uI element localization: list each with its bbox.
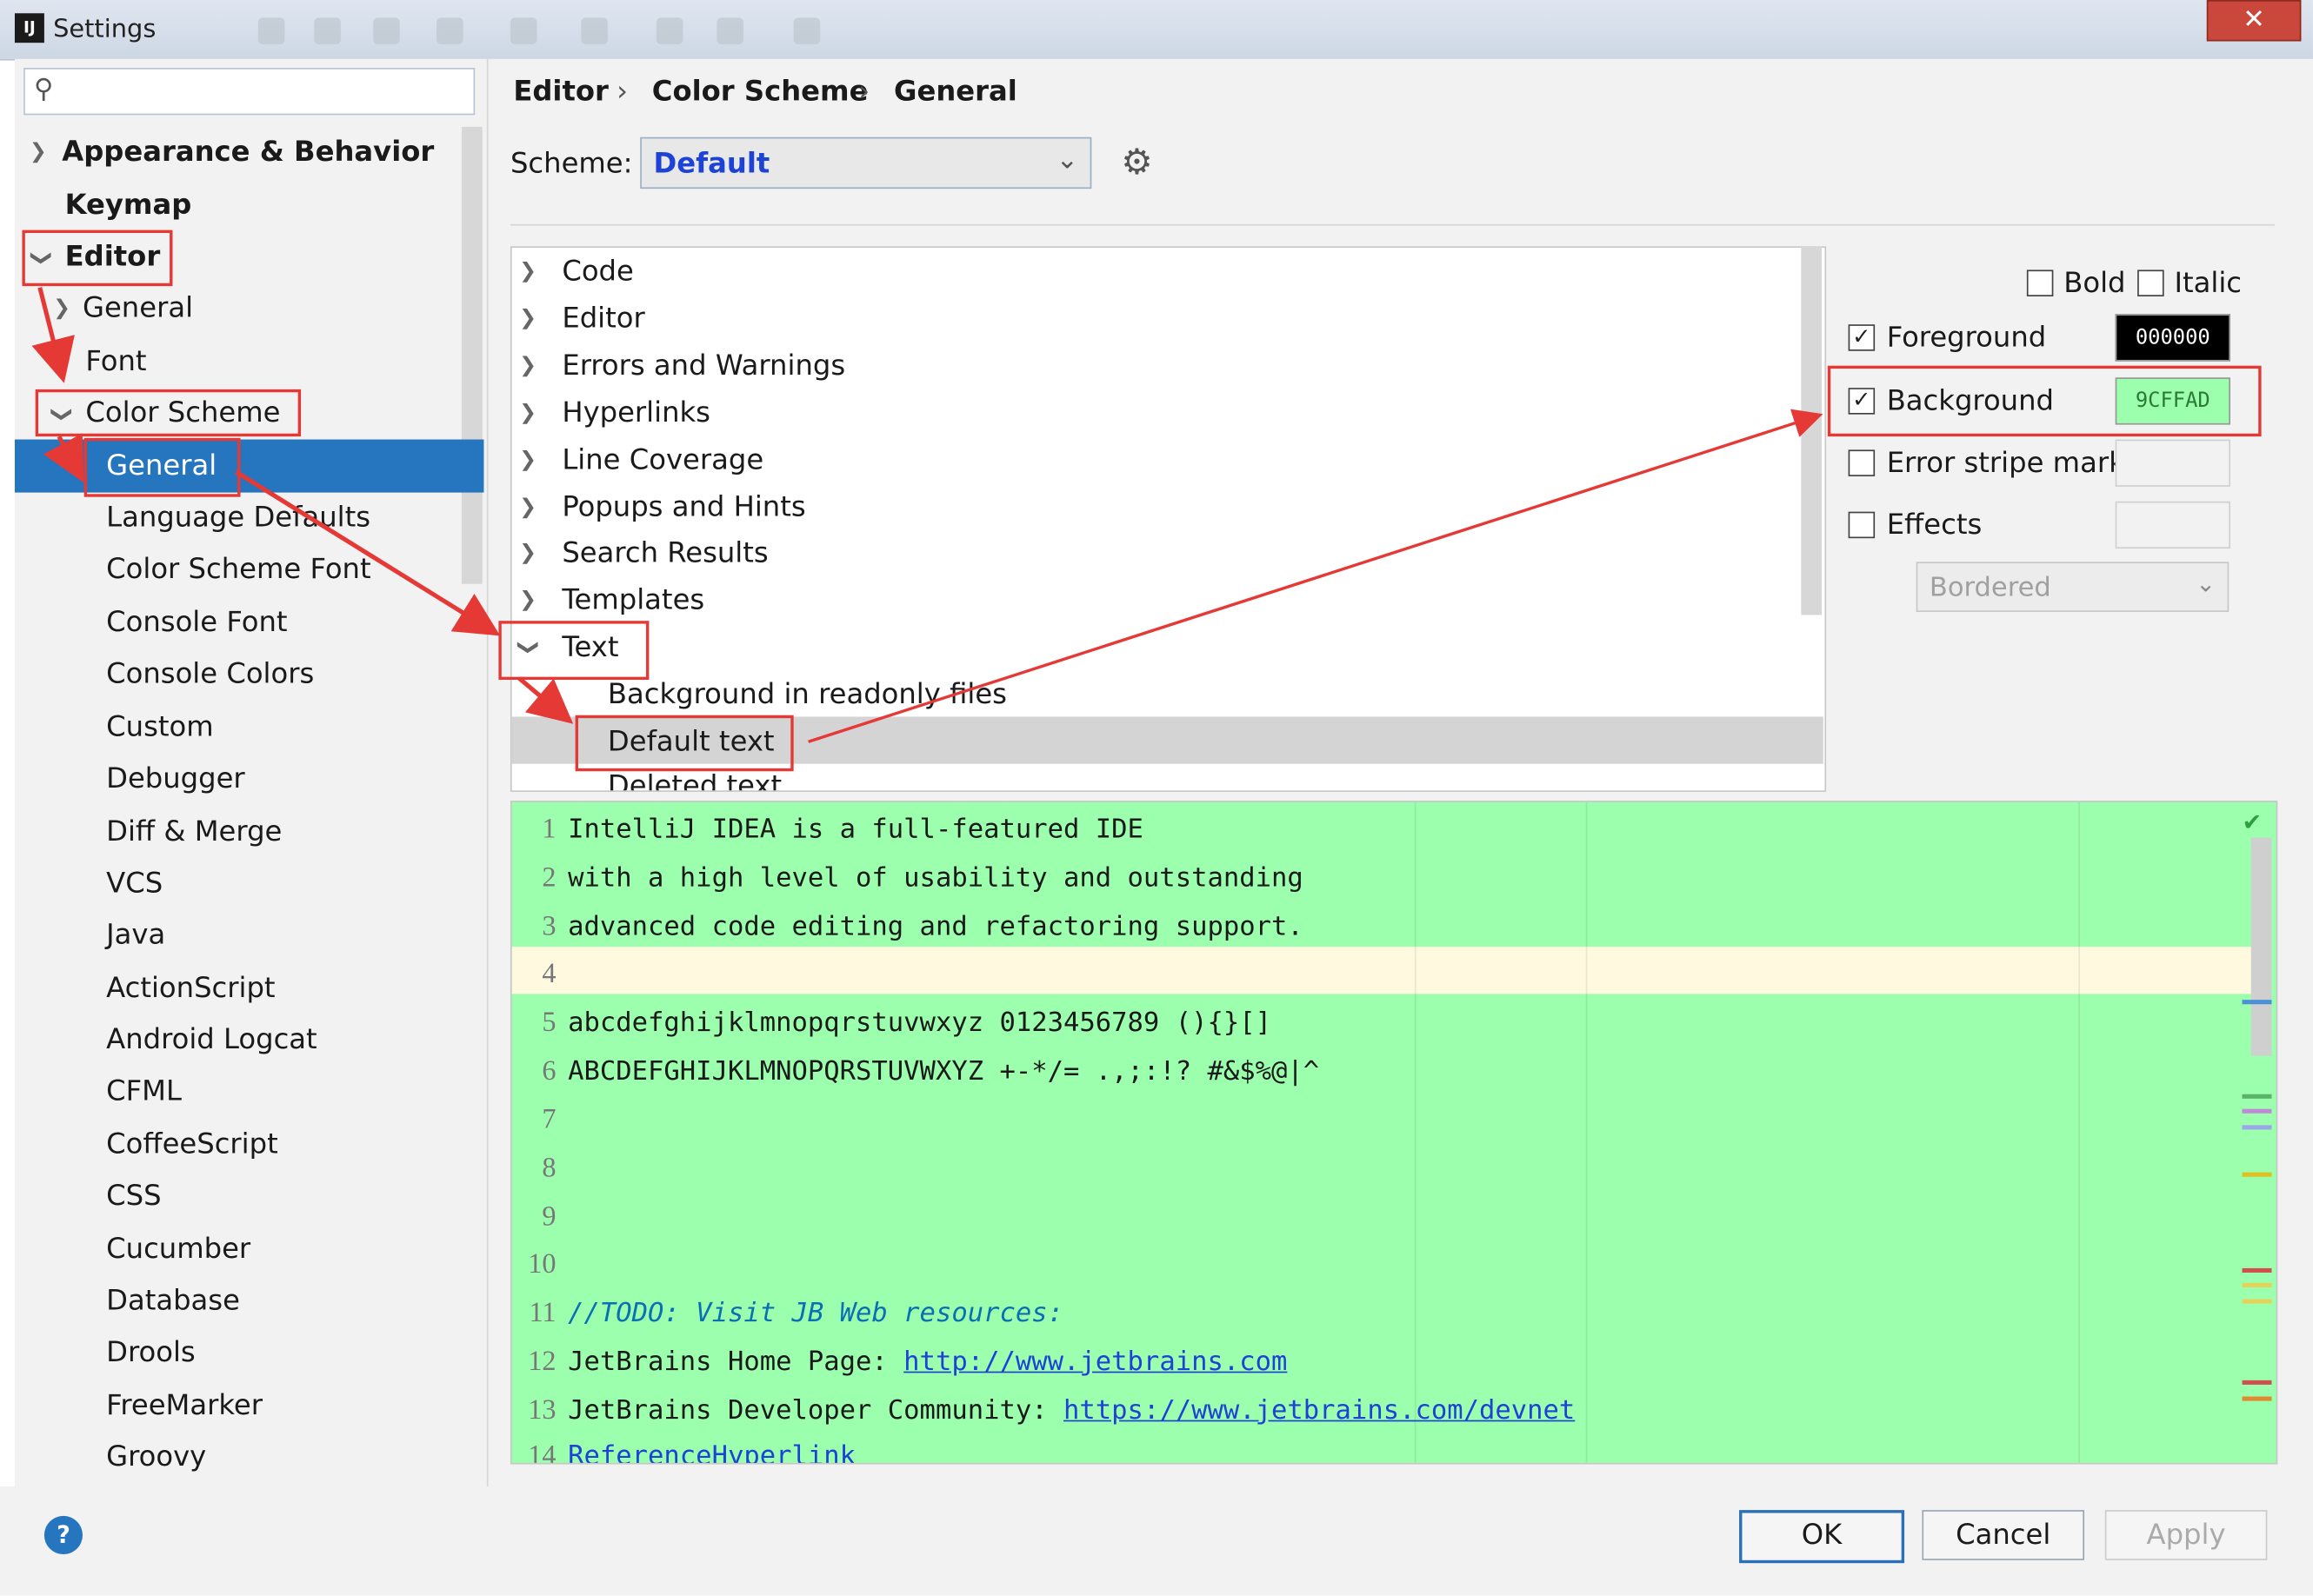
annotation-arrow bbox=[808, 409, 1823, 743]
annotation-arrow bbox=[517, 676, 574, 724]
annotation-arrow bbox=[235, 469, 501, 636]
annotation-arrows bbox=[31, 287, 1823, 743]
annotation-arrow bbox=[43, 433, 84, 483]
annotation-arrow bbox=[31, 287, 75, 383]
